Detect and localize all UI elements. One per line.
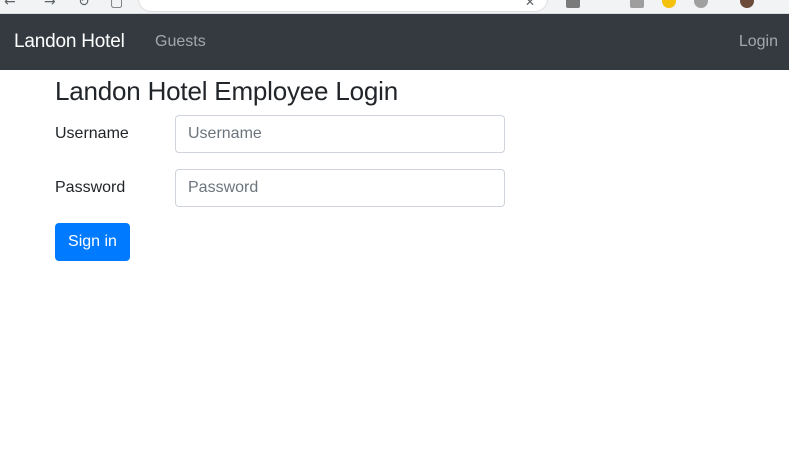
bookmark-icon[interactable]: ▢	[110, 0, 123, 10]
browser-toolbar: ← → ↻ ▢ ✕	[0, 0, 789, 14]
sign-in-button[interactable]: Sign in	[55, 223, 130, 261]
username-label: Username	[55, 125, 129, 142]
address-bar[interactable]: ✕	[138, 0, 548, 12]
forward-arrow-icon[interactable]: →	[44, 0, 56, 10]
page-title: Landon Hotel Employee Login	[55, 76, 398, 106]
nav-link-login[interactable]: Login	[739, 33, 778, 51]
extension-icon[interactable]	[566, 0, 580, 8]
navbar: Landon Hotel Guests Login	[0, 14, 789, 70]
avatar[interactable]	[740, 0, 754, 8]
reload-icon[interactable]: ↻	[78, 0, 90, 10]
extension-icon[interactable]	[662, 0, 676, 8]
clear-url-icon[interactable]: ✕	[525, 0, 535, 9]
extension-icon[interactable]	[630, 0, 644, 8]
username-input[interactable]	[175, 115, 505, 153]
nav-link-guests[interactable]: Guests	[155, 33, 206, 51]
password-input[interactable]	[175, 169, 505, 207]
navbar-brand[interactable]: Landon Hotel	[14, 31, 125, 53]
back-arrow-icon[interactable]: ←	[4, 0, 16, 10]
password-label: Password	[55, 179, 126, 196]
extension-icon[interactable]	[694, 0, 708, 8]
